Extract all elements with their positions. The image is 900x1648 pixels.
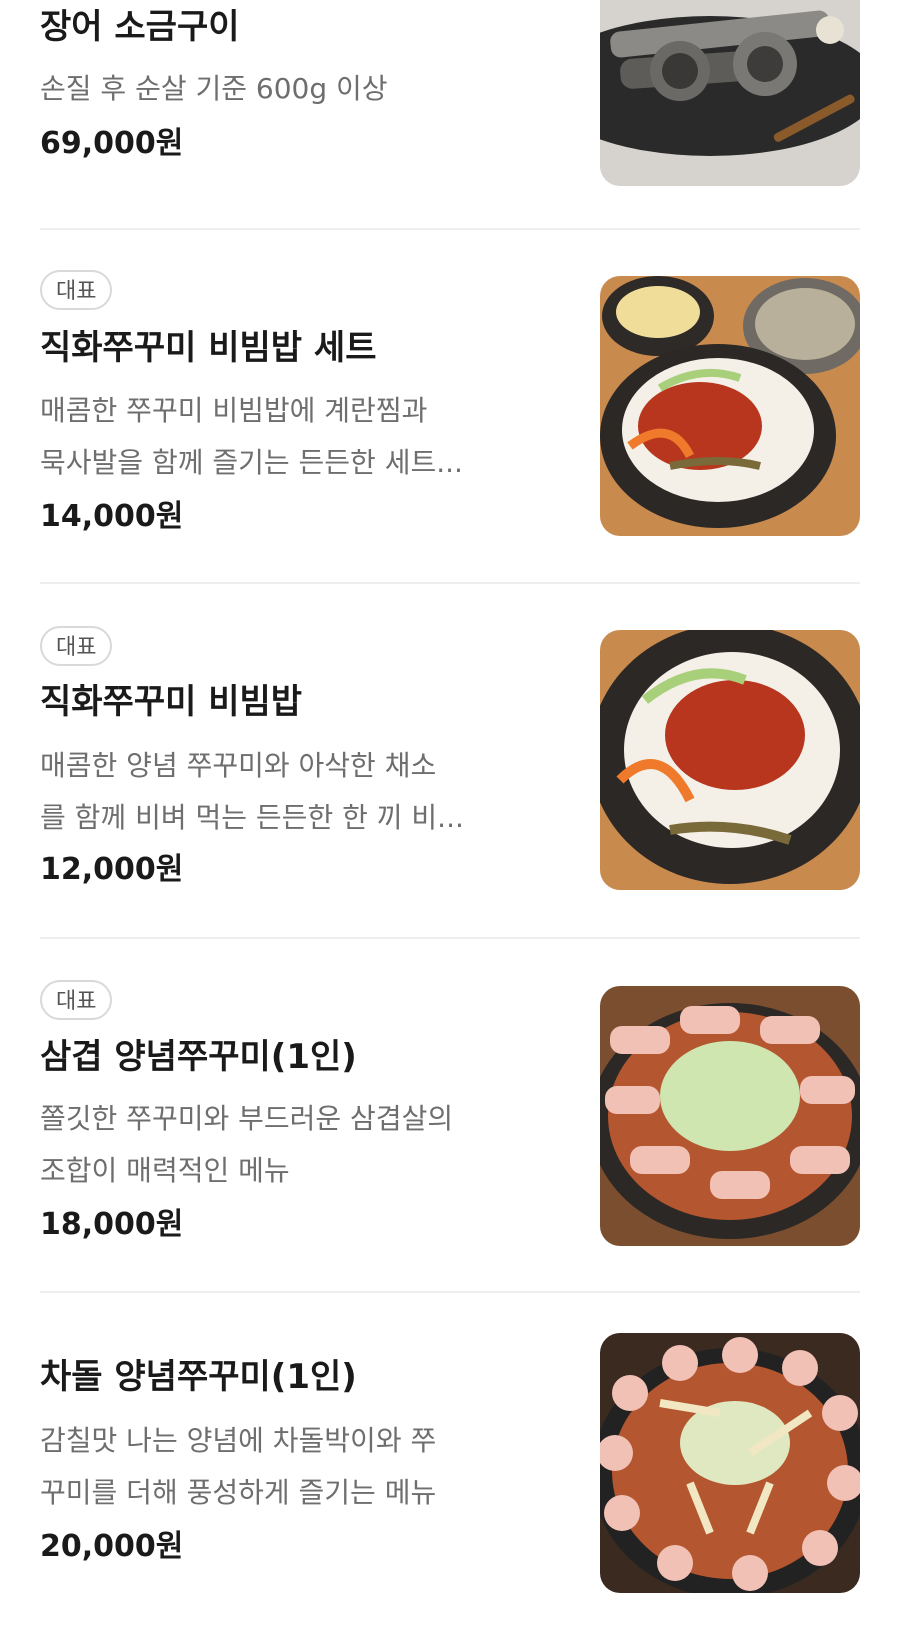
signature-badge: 대표: [40, 980, 113, 1020]
chadol-jjukkumi-photo-graphic: [600, 1333, 860, 1593]
menu-item-price: 12,000원: [40, 852, 184, 887]
menu-item-name: 장어 소금구이: [40, 7, 240, 47]
signature-badge: 대표: [40, 626, 113, 666]
menu-item-bibimbap-set[interactable]: 대표 직화쭈꾸미 비빔밥 세트 매콤한 쭈꾸미 비빔밥에 계란찜과 묵사발을 함…: [0, 230, 900, 585]
grilled-eel-photo-graphic: [600, 0, 860, 186]
menu-item-description: 매콤한 양념 쭈꾸미와 아삭한 채소 를 함께 비벼 먹는 든든한 한 끼 비.…: [40, 749, 464, 834]
menu-item-bibimbap[interactable]: 대표 직화쭈꾸미 비빔밥 매콤한 양념 쭈꾸미와 아삭한 채소 를 함께 비벼 …: [0, 584, 900, 939]
bibimbap-set-photo-graphic: [600, 276, 860, 536]
samgyeop-jjukkumi-photo-graphic: [600, 986, 860, 1246]
menu-item-price: 20,000원: [40, 1529, 184, 1564]
samgyeop-jjukkumi-photo[interactable]: [600, 986, 860, 1246]
bibimbap-bowl-photo[interactable]: [600, 630, 860, 890]
menu-item-name: 직화쭈꾸미 비빔밥 세트: [40, 328, 377, 368]
menu-item-chadol-jjukkumi[interactable]: 차돌 양념쭈꾸미(1인) 감칠맛 나는 양념에 차돌박이와 쭈 꾸미를 더해 풍…: [0, 1293, 900, 1648]
menu-item-samgyeop-jjukkumi[interactable]: 대표 삼겹 양념쭈꾸미(1인) 쫄깃한 쭈꾸미와 부드러운 삼겹살의 조합이 매…: [0, 939, 900, 1294]
menu-list: 장어 소금구이 손질 후 순살 기준 600g 이상 69,000원 대표 직화…: [0, 0, 900, 1593]
menu-item-price: 18,000원: [40, 1207, 184, 1242]
menu-item-price: 69,000원: [40, 126, 184, 161]
menu-item-name: 차돌 양념쭈꾸미(1인): [40, 1357, 357, 1397]
bibimbap-set-photo[interactable]: [600, 276, 860, 536]
menu-item-description: 손질 후 순살 기준 600g 이상: [40, 72, 388, 105]
signature-badge: 대표: [40, 270, 113, 310]
menu-item-description: 매콤한 쭈꾸미 비빔밥에 계란찜과 묵사발을 함께 즐기는 든든한 세트...: [40, 394, 463, 479]
menu-item-price: 14,000원: [40, 499, 184, 534]
menu-item-description: 감칠맛 나는 양념에 차돌박이와 쭈 꾸미를 더해 풍성하게 즐기는 메뉴: [40, 1424, 437, 1509]
grilled-eel-photo[interactable]: [600, 0, 860, 186]
chadol-jjukkumi-photo[interactable]: [600, 1333, 860, 1593]
menu-item-name: 삼겹 양념쭈꾸미(1인): [40, 1037, 357, 1077]
menu-item-name: 직화쭈꾸미 비빔밥: [40, 682, 303, 722]
bibimbap-bowl-photo-graphic: [600, 630, 860, 890]
menu-item-description: 쫄깃한 쭈꾸미와 부드러운 삼겹살의 조합이 매력적인 메뉴: [40, 1102, 454, 1187]
